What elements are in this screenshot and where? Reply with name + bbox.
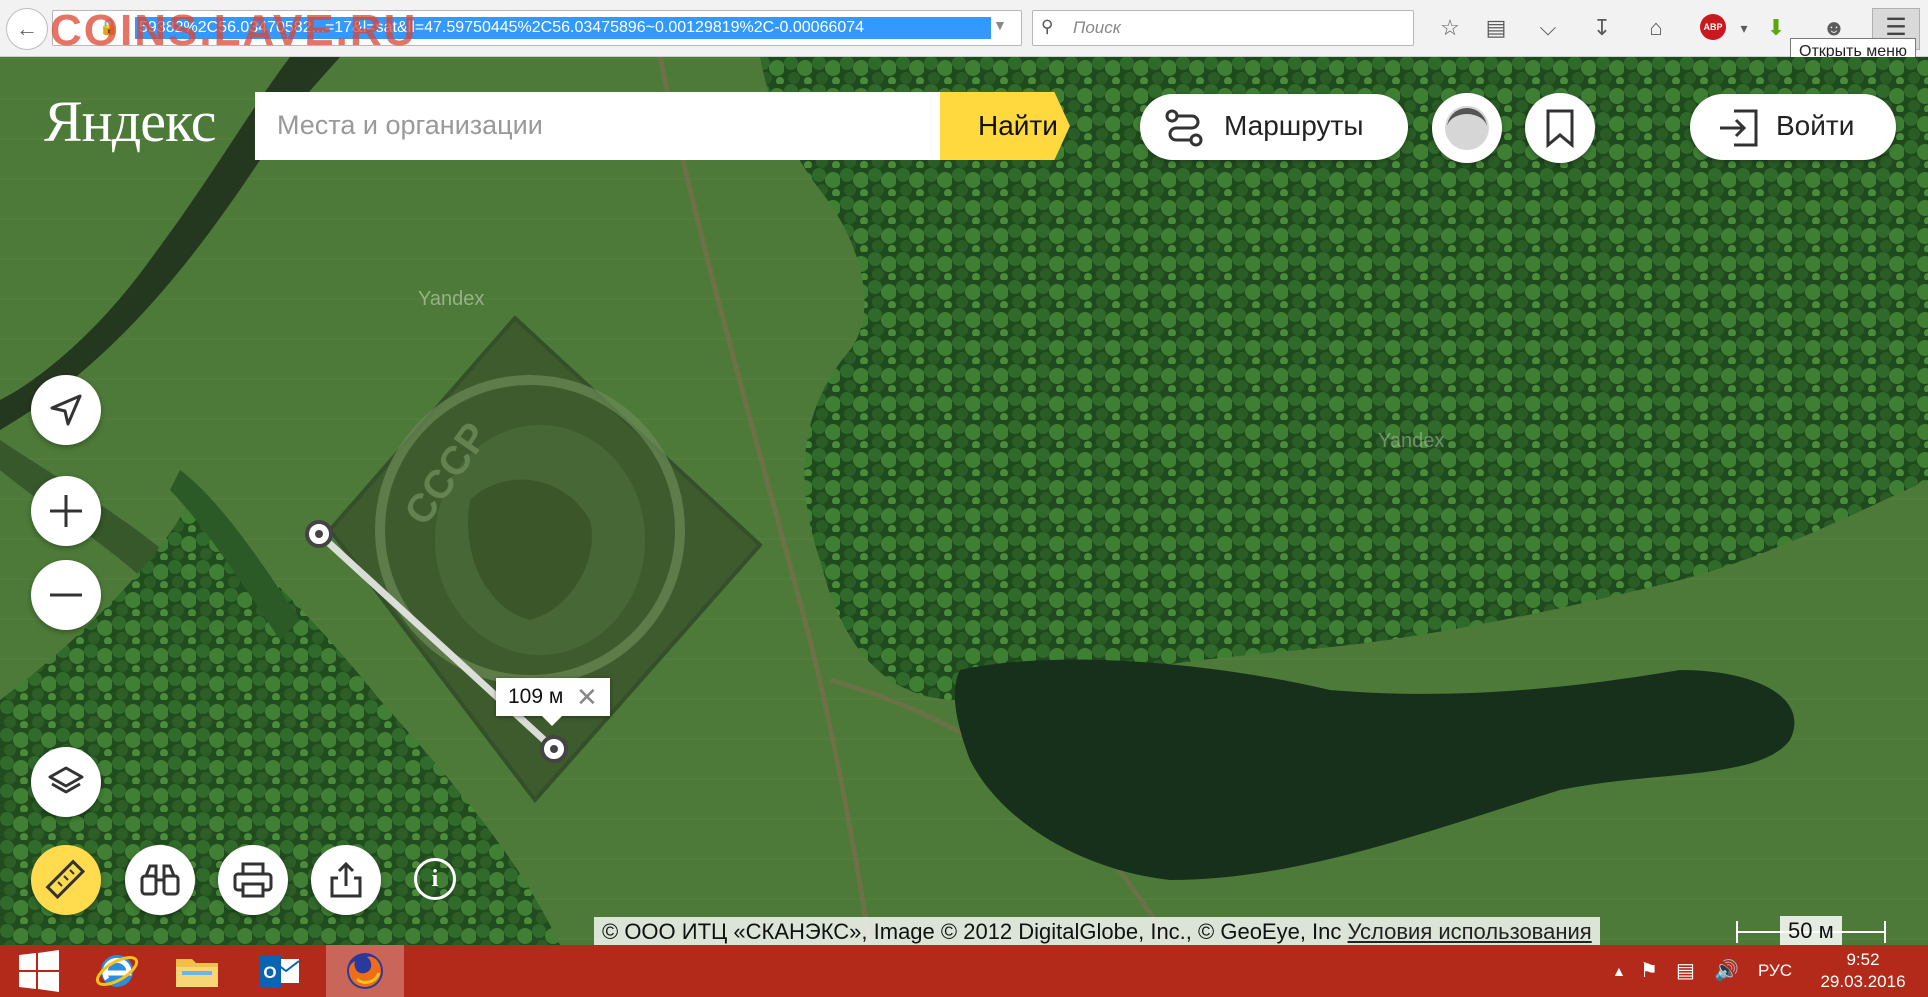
measure-distance-label: 109 м ✕ <box>496 678 610 716</box>
navigation-arrow-icon <box>50 394 82 426</box>
clock[interactable]: 9:52 29.03.2016 <box>1808 949 1918 993</box>
map-watermark-2: Yandex <box>1378 430 1444 452</box>
hamburger-icon: ☰ <box>1885 14 1907 41</box>
panorama-view-button[interactable] <box>125 845 195 915</box>
login-label: Войти <box>1776 110 1855 141</box>
clock-time: 9:52 <box>1846 950 1880 969</box>
browser-search-placeholder: Поиск <box>1073 18 1121 37</box>
routes-button[interactable]: Маршруты <box>1140 94 1408 160</box>
printer-icon <box>233 862 273 898</box>
login-icon <box>1720 109 1758 147</box>
map-scale: 50 м <box>1736 916 1886 946</box>
url-text[interactable]: 59382%2C56.03470582...=17&l=sat&ll=47.59… <box>135 17 991 39</box>
lock-icon: 🔒 <box>99 19 119 36</box>
scale-label: 50 м <box>1780 916 1842 946</box>
outlook-icon: O <box>259 955 300 987</box>
internet-explorer-icon <box>95 955 139 987</box>
panorama-button[interactable] <box>1432 93 1502 163</box>
taskbar-ie[interactable] <box>78 945 156 997</box>
find-button-label: Найти <box>978 110 1058 141</box>
panorama-icon <box>1445 106 1489 150</box>
minus-icon <box>50 593 82 597</box>
terms-link[interactable]: Условия использования <box>1348 919 1592 944</box>
flag-icon[interactable]: ⚑ <box>1640 945 1658 997</box>
url-dropdown-icon[interactable]: ▼ <box>993 17 1007 33</box>
browser-toolbar: ← 🔒 59382%2C56.03470582...=17&l=sat&ll=4… <box>0 0 1928 66</box>
layers-icon <box>48 766 84 794</box>
pocket-icon[interactable]: ⌵ <box>1534 14 1562 42</box>
bookmark-star-icon[interactable]: ☆ <box>1436 14 1464 42</box>
route-icon <box>1165 109 1203 147</box>
info-icon[interactable]: i <box>414 858 456 900</box>
copyright-text: © ООО ИТЦ «СКАНЭКС», Image © 2012 Digita… <box>602 919 1342 944</box>
map-search-input[interactable]: Места и организации <box>255 92 941 160</box>
folder-icon <box>176 959 218 987</box>
satellite-imagery: СССР Yandex Yandex <box>0 57 1928 945</box>
svg-text:O: O <box>263 963 276 982</box>
satellite-map[interactable]: СССР Yandex Yandex <box>0 57 1928 945</box>
plus-icon <box>50 495 82 527</box>
routes-label: Маршруты <box>1224 110 1364 141</box>
chevron-down-icon[interactable]: ▾ <box>1730 14 1758 42</box>
green-download-icon[interactable]: ⬇ <box>1762 14 1790 42</box>
share-icon <box>330 861 362 898</box>
map-search-placeholder: Места и организации <box>277 110 543 140</box>
search-icon: ⚲ <box>1041 17 1054 36</box>
measure-label-pointer <box>542 716 562 726</box>
tray-overflow-icon[interactable]: ▲ <box>1612 945 1626 997</box>
clock-date: 29.03.2016 <box>1820 972 1906 991</box>
map-watermark-1: Yandex <box>418 288 484 310</box>
network-icon[interactable]: ▤ <box>1676 945 1695 997</box>
adblock-icon[interactable]: ABP <box>1700 14 1726 40</box>
geolocation-button[interactable] <box>31 375 101 445</box>
find-button[interactable]: Найти <box>940 92 1070 160</box>
zoom-out-button[interactable] <box>31 560 101 630</box>
zoom-in-button[interactable] <box>31 476 101 546</box>
reading-list-icon[interactable]: ▤ <box>1482 14 1510 42</box>
download-icon[interactable]: ↧ <box>1588 14 1616 42</box>
share-button[interactable] <box>311 845 381 915</box>
arrow-left-icon: ← <box>16 16 38 41</box>
home-icon[interactable]: ⌂ <box>1642 14 1670 42</box>
address-bar[interactable]: 🔒 59382%2C56.03470582...=17&l=sat&ll=47.… <box>52 10 1059 46</box>
start-button[interactable] <box>0 945 78 997</box>
volume-icon[interactable]: 🔊 <box>1714 945 1739 997</box>
measure-distance-text: 109 м <box>508 685 564 708</box>
windows-logo-icon <box>19 950 59 992</box>
login-button[interactable]: Войти <box>1690 94 1896 160</box>
layers-button[interactable] <box>31 747 101 817</box>
yandex-logo[interactable]: Яндекс <box>44 88 216 155</box>
taskbar-explorer[interactable] <box>158 945 236 997</box>
bookmarks-button[interactable] <box>1525 93 1595 163</box>
taskbar-firefox[interactable] <box>326 945 404 997</box>
copyright-bar: © ООО ИТЦ «СКАНЭКС», Image © 2012 Digita… <box>594 917 1600 947</box>
close-icon[interactable]: ✕ <box>576 682 598 713</box>
binoculars-icon <box>140 864 180 896</box>
browser-search-input[interactable]: ⚲ Поиск <box>1032 10 1414 46</box>
ruler-button[interactable] <box>31 845 101 915</box>
language-indicator[interactable]: РУС <box>1758 945 1792 997</box>
firefox-icon <box>347 953 383 989</box>
print-button[interactable] <box>218 845 288 915</box>
ruler-icon <box>45 859 86 900</box>
windows-taskbar: O ▲ ⚑ ▤ 🔊 РУС 9:52 29.03.2016 <box>0 945 1928 997</box>
taskbar-outlook[interactable]: O <box>240 945 318 997</box>
bookmark-icon <box>1546 109 1574 148</box>
back-button[interactable]: ← <box>6 8 48 50</box>
